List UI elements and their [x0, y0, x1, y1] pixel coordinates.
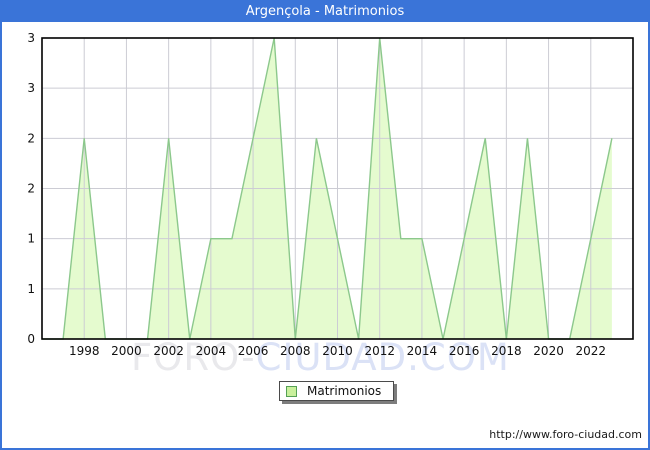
- footer-url[interactable]: http://www.foro-ciudad.com: [489, 428, 642, 441]
- x-tick-label: 1998: [69, 344, 100, 358]
- y-tick-label: 1: [27, 232, 35, 246]
- y-tick-label: 2: [27, 131, 35, 145]
- legend-swatch-icon: [286, 385, 297, 397]
- x-tick-label: 2000: [111, 344, 142, 358]
- chart-window: Argençola - Matrimonios FORO-CIUDAD.COM …: [0, 0, 650, 450]
- y-tick-label: 3: [27, 81, 35, 95]
- x-tick-label: 2016: [449, 344, 480, 358]
- x-tick-label: 2010: [322, 344, 353, 358]
- y-tick-label: 0: [27, 332, 35, 346]
- x-tick-label: 2014: [407, 344, 438, 358]
- legend: Matrimonios: [279, 381, 395, 401]
- x-tick-label: 2006: [238, 344, 269, 358]
- x-tick-label: 2012: [364, 344, 395, 358]
- legend-label: Matrimonios: [307, 384, 382, 398]
- x-tick-label: 2020: [533, 344, 564, 358]
- y-tick-label: 3: [27, 31, 35, 45]
- x-tick-label: 2022: [576, 344, 607, 358]
- x-tick-label: 2002: [153, 344, 184, 358]
- chart-title: Argençola - Matrimonios: [2, 2, 648, 22]
- x-tick-label: 2018: [491, 344, 522, 358]
- x-tick-label: 2008: [280, 344, 311, 358]
- x-tick-label: 2004: [196, 344, 227, 358]
- y-tick-label: 1: [27, 282, 35, 296]
- y-tick-label: 2: [27, 182, 35, 196]
